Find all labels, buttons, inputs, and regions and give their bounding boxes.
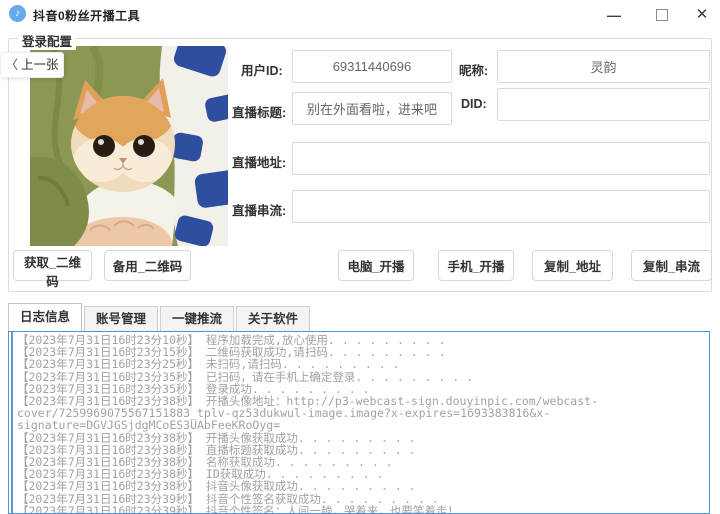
title-bar: ♪ 抖音0粉丝开播工具 — ✕ bbox=[0, 0, 720, 28]
log-line: 【2023年7月31日16时23分39秒】 抖音个性签名：人间一趟，哭着来，也要… bbox=[17, 503, 459, 514]
live-stream-input[interactable] bbox=[292, 190, 710, 223]
did-label: DID: bbox=[461, 97, 487, 111]
live-title-input[interactable] bbox=[292, 92, 452, 125]
log-line: 【2023年7月31日16时23分38秒】 开播头像获取成功. . . . . … bbox=[17, 430, 416, 445]
phone-start-button[interactable]: 手机_开播 bbox=[438, 250, 514, 281]
tab-log-info[interactable]: 日志信息 bbox=[8, 303, 83, 331]
login-group-label: 登录配置 bbox=[18, 31, 77, 50]
log-output[interactable]: 【2023年7月31日16时23分10秒】 程序加载完成,放心使用. . . .… bbox=[8, 331, 710, 514]
get-qrcode-button[interactable]: 获取_二维码 bbox=[13, 250, 92, 289]
did-input[interactable] bbox=[497, 88, 710, 121]
tab-bar: 日志信息 账号管理 一键推流 关于软件 bbox=[8, 303, 312, 331]
douyin-logo-icon: ♪ bbox=[9, 5, 26, 22]
tab-about-software[interactable]: 关于软件 bbox=[236, 306, 311, 331]
live-title-label: 直播标题: bbox=[232, 106, 287, 120]
nickname-label: 昵称: bbox=[459, 64, 489, 78]
minimize-button[interactable]: — bbox=[596, 0, 632, 28]
copy-address-button[interactable]: 复制_地址 bbox=[532, 250, 613, 281]
maximize-icon bbox=[656, 9, 668, 22]
previous-image-label: 上一张 bbox=[21, 58, 59, 72]
user-id-label: 用户ID: bbox=[241, 64, 283, 78]
chevron-left-icon: 〈 bbox=[5, 58, 18, 72]
live-address-input[interactable] bbox=[292, 142, 710, 175]
tab-one-key-stream[interactable]: 一键推流 bbox=[160, 306, 235, 331]
log-line: 【2023年7月31日16时23分25秒】 未扫码,请扫码. . . . . .… bbox=[17, 357, 400, 372]
nickname-input[interactable] bbox=[497, 50, 710, 83]
log-content: 【2023年7月31日16时23分10秒】 程序加载完成,放心使用. . . .… bbox=[11, 332, 709, 514]
previous-image-button[interactable]: 〈上一张 bbox=[0, 52, 64, 78]
log-line: 【2023年7月31日16时23分38秒】 抖音头像获取成功. . . . . … bbox=[17, 479, 416, 494]
user-id-input[interactable] bbox=[292, 50, 452, 83]
close-button[interactable]: ✕ bbox=[684, 0, 720, 28]
log-line: 【2023年7月31日16时23分38秒】 开播头像地址：http://p3-w… bbox=[17, 394, 598, 433]
log-line: 【2023年7月31日16时23分39秒】 抖音个性签名获取成功. . . . … bbox=[17, 491, 439, 506]
maximize-button[interactable] bbox=[644, 0, 680, 28]
log-line: 【2023年7月31日16时23分35秒】 已扫码，请在手机上确定登录. . .… bbox=[17, 369, 474, 384]
pc-start-button[interactable]: 电脑_开播 bbox=[338, 250, 414, 281]
live-stream-label: 直播串流: bbox=[232, 204, 287, 218]
backup-qrcode-button[interactable]: 备用_二维码 bbox=[104, 250, 191, 281]
live-address-label: 直播地址: bbox=[232, 156, 287, 170]
tab-account-management[interactable]: 账号管理 bbox=[84, 306, 159, 331]
copy-stream-button[interactable]: 复制_串流 bbox=[631, 250, 712, 281]
window-title: 抖音0粉丝开播工具 bbox=[33, 9, 141, 23]
